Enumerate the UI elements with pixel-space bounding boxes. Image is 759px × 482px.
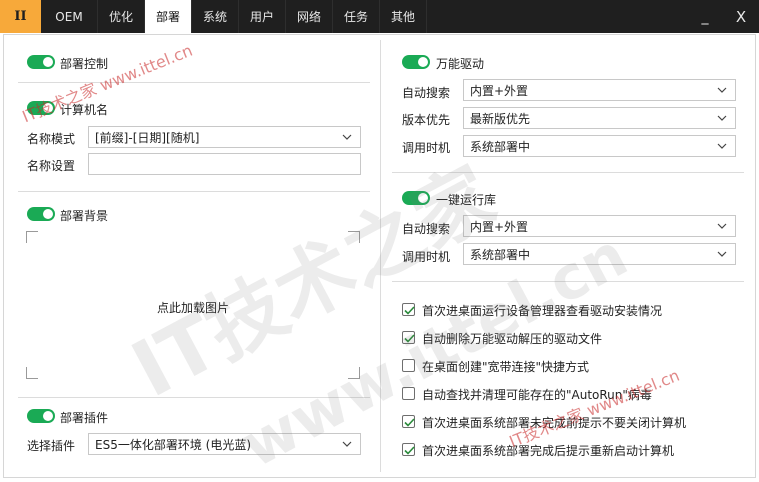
- minimize-button[interactable]: _: [688, 0, 722, 33]
- runtime-search-value: 内置+外置: [470, 219, 529, 234]
- universal-driver-toggle[interactable]: [402, 55, 430, 69]
- option-checkbox[interactable]: [402, 331, 415, 344]
- runtime-search-select[interactable]: 内置+外置: [463, 215, 736, 237]
- option-checkbox[interactable]: [402, 359, 415, 372]
- runtime-timing-value: 系统部署中: [470, 247, 531, 262]
- plugin-select-value: ES5一体化部署环境 (电光蓝): [95, 437, 252, 452]
- close-button[interactable]: X: [724, 0, 758, 33]
- tab-system[interactable]: 系统: [192, 0, 239, 33]
- plugin-label: 部署插件: [60, 411, 109, 425]
- chevron-down-icon: [342, 134, 352, 140]
- tab-network[interactable]: 网络: [286, 0, 333, 33]
- driver-timing-label: 调用时机: [402, 141, 451, 155]
- corner-mark: [26, 231, 38, 243]
- driver-search-label: 自动搜索: [402, 86, 451, 100]
- option-label: 首次进桌面运行设备管理器查看驱动安装情况: [422, 304, 663, 318]
- driver-search-value: 内置+外置: [470, 83, 529, 98]
- option-label: 在桌面创建"宽带连接"快捷方式: [422, 360, 590, 374]
- tab-user[interactable]: 用户: [239, 0, 286, 33]
- tab-other[interactable]: 其他: [380, 0, 427, 33]
- universal-driver-label: 万能驱动: [436, 57, 485, 71]
- load-image-hint: 点此加载图片: [156, 301, 229, 315]
- tab-task[interactable]: 任务: [333, 0, 380, 33]
- tab-oem[interactable]: OEM: [41, 0, 98, 33]
- option-checkbox[interactable]: [402, 387, 415, 400]
- divider: [18, 82, 370, 83]
- column-divider: [380, 40, 381, 472]
- driver-version-value: 最新版优先: [470, 111, 531, 126]
- runtime-timing-select[interactable]: 系统部署中: [463, 243, 736, 265]
- tab-optimize[interactable]: 优化: [98, 0, 145, 33]
- checkmark-icon: [404, 334, 415, 343]
- driver-timing-value: 系统部署中: [470, 139, 531, 154]
- option-label: 首次进桌面系统部署未完成前提示不要关闭计算机: [422, 416, 687, 430]
- divider: [392, 172, 744, 173]
- chevron-down-icon: [717, 143, 727, 149]
- runtime-library-toggle[interactable]: [402, 191, 430, 205]
- driver-search-select[interactable]: 内置+外置: [463, 79, 736, 101]
- option-label: 自动查找并清理可能存在的"AutoRun"病毒: [422, 388, 652, 402]
- driver-version-select[interactable]: 最新版优先: [463, 107, 736, 129]
- deploy-control-toggle[interactable]: [27, 55, 55, 69]
- checkmark-icon: [404, 418, 415, 427]
- plugin-toggle[interactable]: [27, 409, 55, 423]
- plugin-select[interactable]: ES5一体化部署环境 (电光蓝): [88, 433, 361, 455]
- computer-name-toggle[interactable]: [27, 101, 55, 115]
- driver-version-label: 版本优先: [402, 113, 451, 127]
- app-logo-tab[interactable]: II: [0, 0, 41, 33]
- image-drop-area[interactable]: 点此加载图片: [26, 231, 360, 379]
- corner-mark: [348, 367, 360, 379]
- chevron-down-icon: [717, 115, 727, 121]
- corner-mark: [26, 367, 38, 379]
- name-mode-value: [前缀]-[日期][随机]: [95, 130, 200, 145]
- name-mode-label: 名称模式: [27, 132, 76, 146]
- tab-deploy[interactable]: 部署: [145, 0, 192, 33]
- chevron-down-icon: [342, 441, 352, 447]
- deploy-control-label: 部署控制: [60, 57, 109, 71]
- option-checkbox[interactable]: [402, 443, 415, 456]
- divider: [392, 281, 744, 282]
- name-setting-label: 名称设置: [27, 159, 76, 173]
- runtime-search-label: 自动搜索: [402, 222, 451, 236]
- divider: [18, 397, 370, 398]
- option-label: 自动删除万能驱动解压的驱动文件: [422, 332, 603, 346]
- name-mode-select[interactable]: [前缀]-[日期][随机]: [88, 126, 361, 148]
- runtime-timing-label: 调用时机: [402, 250, 451, 264]
- computer-name-label: 计算机名: [60, 103, 109, 117]
- background-toggle[interactable]: [27, 207, 55, 221]
- background-label: 部署背景: [60, 209, 109, 223]
- option-checkbox[interactable]: [402, 303, 415, 316]
- corner-mark: [348, 231, 360, 243]
- option-label: 首次进桌面系统部署完成后提示重新启动计算机: [422, 444, 675, 458]
- plugin-select-label: 选择插件: [27, 439, 76, 453]
- runtime-library-label: 一键运行库: [436, 193, 497, 207]
- name-setting-input[interactable]: [88, 153, 361, 175]
- chevron-down-icon: [717, 251, 727, 257]
- checkmark-icon: [404, 306, 415, 315]
- chevron-down-icon: [717, 223, 727, 229]
- chevron-down-icon: [717, 87, 727, 93]
- divider: [18, 191, 370, 192]
- driver-timing-select[interactable]: 系统部署中: [463, 135, 736, 157]
- option-checkbox[interactable]: [402, 415, 415, 428]
- tab-bar: II OEM 优化 部署 系统 用户 网络 任务 其他: [0, 0, 759, 33]
- checkmark-icon: [404, 446, 415, 455]
